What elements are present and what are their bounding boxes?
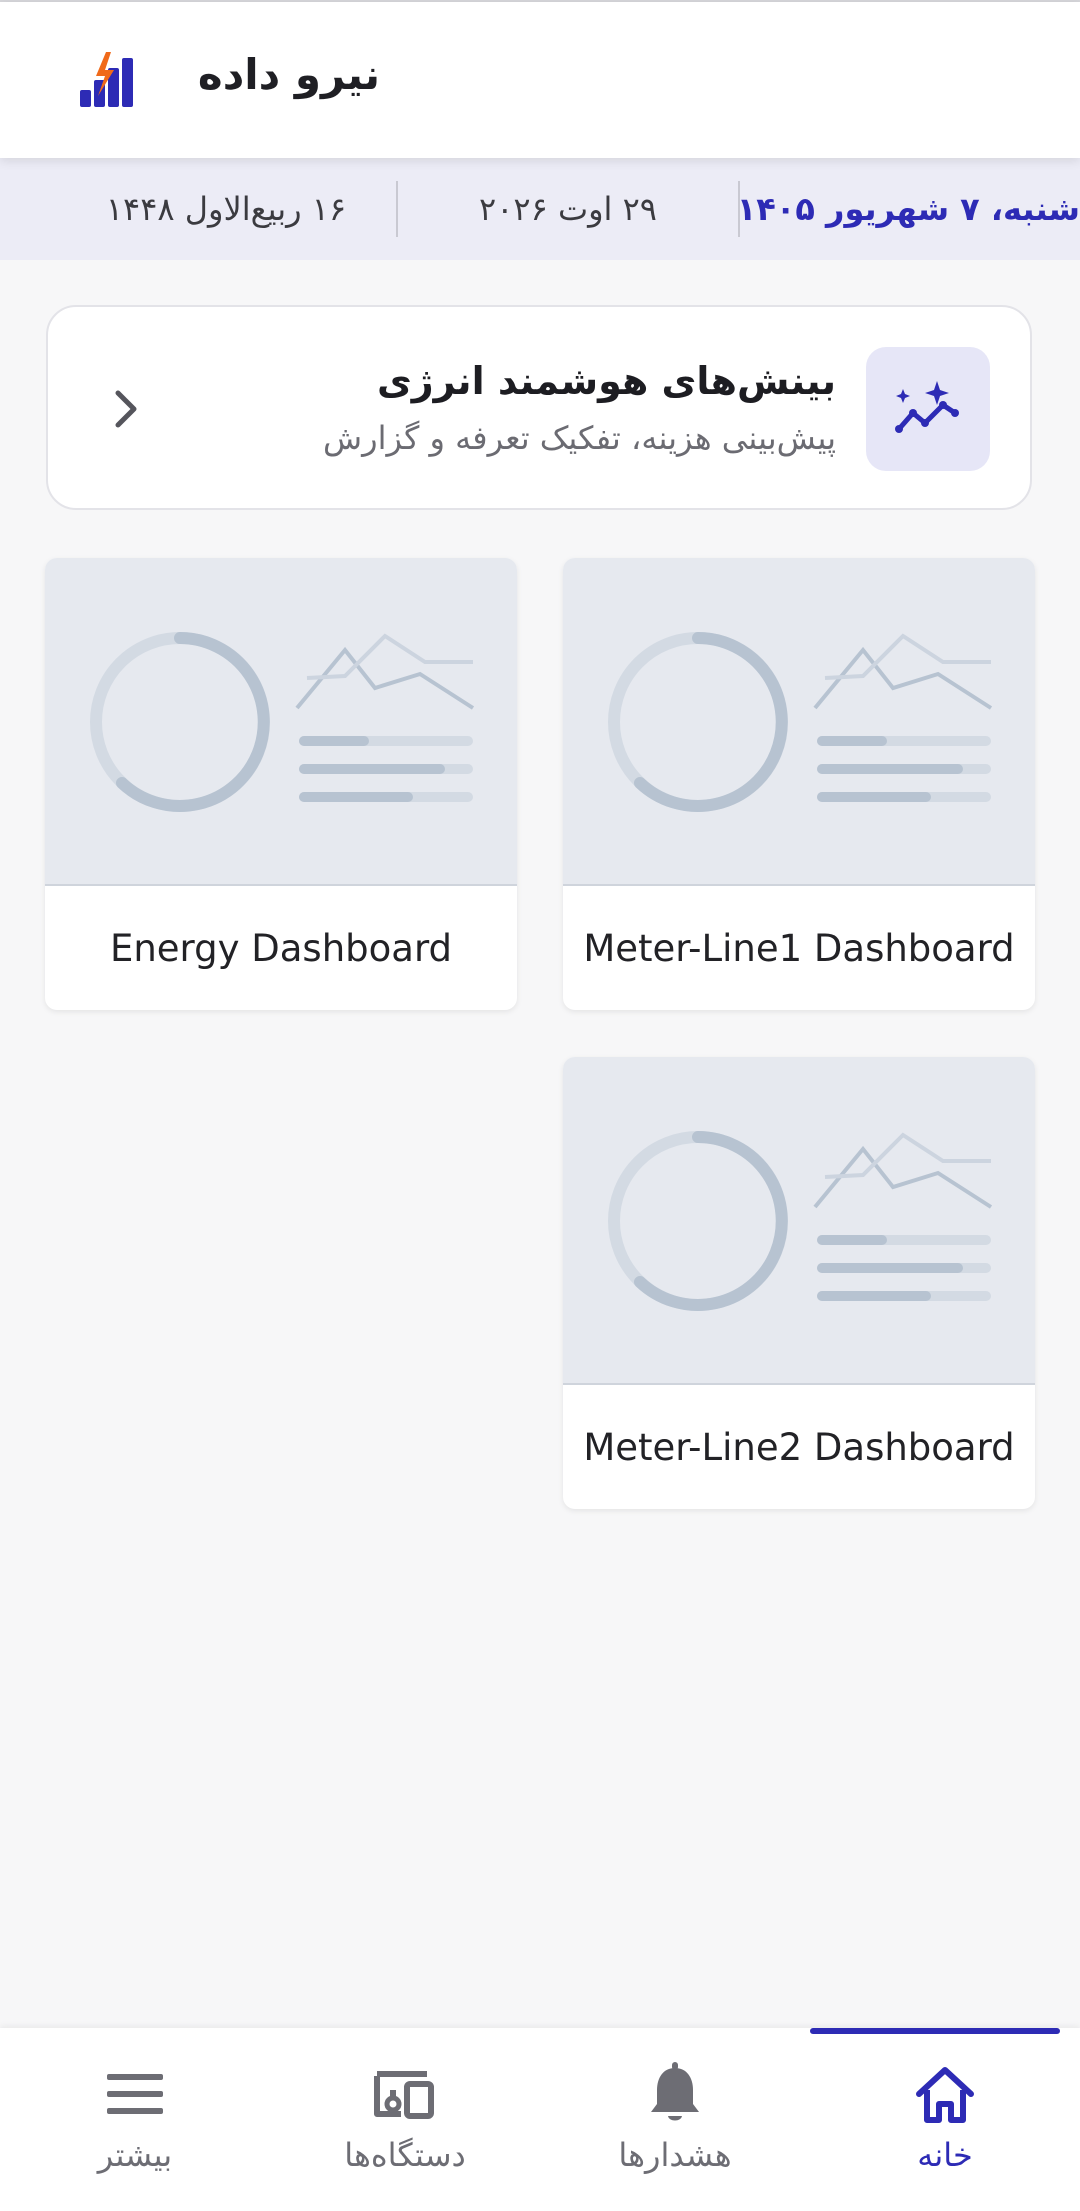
- app-logo-icon[interactable]: [78, 52, 144, 108]
- nav-devices[interactable]: دستگاه‌ها: [270, 2028, 540, 2211]
- nav-alerts[interactable]: هشدارها: [540, 2028, 810, 2211]
- sparkle-chart-icon: [866, 347, 990, 471]
- menu-icon: [107, 2074, 163, 2114]
- nav-more[interactable]: بیشتر: [0, 2028, 270, 2211]
- persian-date: شنبه، ۷ شهریور ۱۴۰۵: [736, 190, 1080, 228]
- nav-devices-label: دستگاه‌ها: [344, 2136, 466, 2174]
- dashboard-card-title: Meter-Line1 Dashboard: [583, 926, 1015, 970]
- home-icon: [916, 2067, 974, 2123]
- dashboard-card-title: Energy Dashboard: [109, 926, 453, 970]
- dashboard-thumbnail: [563, 1057, 1035, 1385]
- insight-subtitle: پیش‌بینی هزینه، تفکیک تعرفه و گزارش: [323, 419, 836, 457]
- devices-icon: [374, 2071, 434, 2119]
- insight-title: بینش‌های هوشمند انرژی: [376, 359, 836, 403]
- nav-home[interactable]: خانه: [810, 2028, 1080, 2211]
- dashboard-card-title: Meter-Line2 Dashboard: [583, 1425, 1015, 1469]
- dashboard-card-energy[interactable]: Energy Dashboard: [45, 558, 517, 1010]
- nav-alerts-label: هشدارها: [618, 2136, 732, 2174]
- bell-icon: [651, 2062, 699, 2121]
- energy-insights-card[interactable]: بینش‌های هوشمند انرژی پیش‌بینی هزینه، تف…: [46, 305, 1032, 510]
- dashboard-card-meter-line2[interactable]: Meter-Line2 Dashboard: [563, 1057, 1035, 1509]
- dashboard-card-meter-line1[interactable]: Meter-Line1 Dashboard: [563, 558, 1035, 1010]
- date-bar: شنبه، ۷ شهریور ۱۴۰۵ ۲۹ اوت ۲۰۲۶ ۱۶ ربیع‌…: [0, 158, 1080, 260]
- app-bar: نیرو داده: [0, 2, 1080, 158]
- bottom-navigation: خانه هشدارها دستگاه‌ها بیشتر: [0, 2028, 1080, 2211]
- nav-home-label: خانه: [917, 2136, 973, 2174]
- gregorian-date: ۲۹ اوت ۲۰۲۶: [479, 190, 657, 228]
- dashboard-thumbnail: [45, 558, 517, 886]
- active-tab-indicator: [810, 2028, 1060, 2034]
- hijri-date: ۱۶ ربیع‌الاول ۱۴۴۸: [105, 190, 347, 228]
- chevron-right-icon: [115, 390, 137, 428]
- nav-more-label: بیشتر: [97, 2136, 173, 2174]
- dashboard-thumbnail: [563, 558, 1035, 886]
- app-title: نیرو داده: [197, 50, 380, 99]
